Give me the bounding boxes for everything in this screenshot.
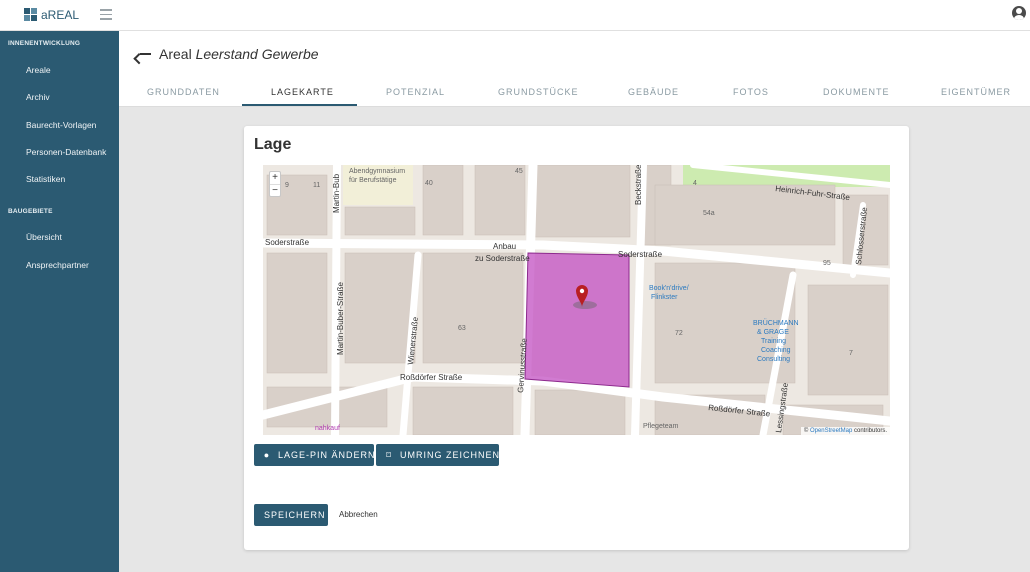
map-attribution: © OpenStreetMap contributors.	[800, 427, 890, 435]
change-pin-button[interactable]: ● LAGE-PIN ÄNDERN	[254, 444, 376, 466]
sidebar: INNENENTWICKLUNG Areale Archiv Baurecht-…	[0, 31, 119, 572]
poi-label: & GRAGE	[757, 329, 789, 336]
change-pin-label: LAGE-PIN ÄNDERN	[278, 450, 376, 460]
poi-label: Pflegeteam	[643, 423, 679, 430]
map-marker-icon: ●	[263, 450, 271, 460]
house-number: 95	[823, 260, 831, 267]
poi-label: BRÜCHMANN	[753, 319, 799, 327]
sidebar-section-innenentwicklung: INNENENTWICKLUNG	[8, 40, 81, 47]
house-number: 40	[425, 180, 433, 187]
tab-potenzial[interactable]: POTENZIAL	[386, 87, 445, 97]
poi-label: Book'n'drive/	[649, 285, 689, 292]
poi-label: nahkauf	[315, 425, 340, 432]
zoom-in-button[interactable]: +	[270, 172, 280, 184]
card-title: Lage	[254, 136, 292, 153]
draw-ring-label: UMRING ZEICHNEN	[400, 450, 500, 460]
house-number: 11	[313, 182, 320, 189]
polygon-draw-icon: ⌑	[386, 450, 392, 460]
draw-ring-button[interactable]: ⌑ UMRING ZEICHNEN	[376, 444, 499, 466]
zoom-control: + −	[269, 171, 281, 197]
tab-lagekarte[interactable]: LAGEKARTE	[271, 87, 334, 97]
hamburger-menu-icon[interactable]	[100, 9, 112, 20]
page-title: Areal Leerstand Gewerbe	[159, 46, 319, 62]
street-label: Roßdörfer Straße	[400, 373, 463, 382]
top-bar: aREAL	[0, 0, 1030, 31]
house-number: 45	[515, 168, 523, 175]
save-button[interactable]: SPEICHERN	[254, 504, 328, 526]
house-number: 4	[693, 180, 697, 187]
brand-name: aREAL	[41, 8, 80, 22]
attribution-suffix: contributors.	[853, 428, 887, 434]
location-card: Lage Soderstraße Soderstraße Anbau zu So…	[244, 126, 909, 550]
logo-icon	[24, 8, 37, 21]
sidebar-item-uebersicht[interactable]: Übersicht	[26, 232, 62, 242]
sidebar-item-baurecht-vorlagen[interactable]: Baurecht-Vorlagen	[26, 120, 96, 130]
sidebar-item-ansprechpartner[interactable]: Ansprechpartner	[26, 260, 89, 270]
street-label: Anbau	[493, 242, 516, 251]
attribution-link[interactable]: OpenStreetMap	[810, 428, 852, 434]
street-label: Soderstraße	[618, 250, 663, 259]
account-icon[interactable]	[1012, 6, 1026, 20]
house-number: 7	[849, 350, 853, 357]
poi-label: Flinkster	[651, 294, 678, 301]
poi-label: Consulting	[757, 356, 790, 363]
street-label: Martin-Bub	[332, 173, 341, 213]
tab-grundstuecke[interactable]: GRUNDSTÜCKE	[498, 87, 579, 97]
sidebar-item-personen-datenbank[interactable]: Personen-Datenbank	[26, 147, 106, 157]
street-label: Soderstraße	[265, 238, 310, 247]
tab-gebaeude[interactable]: GEBÄUDE	[628, 87, 679, 97]
active-tab-indicator	[242, 104, 357, 106]
poi-label: Abendgymnasium	[349, 168, 405, 175]
page-header: Areal Leerstand Gewerbe GRUNDDATEN LAGEK…	[119, 31, 1030, 107]
map-canvas: Soderstraße Soderstraße Anbau zu Soderst…	[263, 165, 890, 435]
street-label: zu Soderstraße	[475, 254, 530, 263]
page-title-name: Leerstand Gewerbe	[195, 46, 319, 62]
tab-grunddaten[interactable]: GRUNDDATEN	[147, 87, 220, 97]
sidebar-item-statistiken[interactable]: Statistiken	[26, 174, 65, 184]
street-label: Martin-Buber-Straße	[336, 282, 345, 355]
street-label: Beckstraße	[634, 165, 643, 205]
tab-fotos[interactable]: FOTOS	[733, 87, 769, 97]
sidebar-item-archiv[interactable]: Archiv	[26, 92, 50, 102]
house-number: 63	[458, 325, 466, 332]
poi-label: Coaching	[761, 347, 791, 354]
house-number: 9	[285, 182, 289, 189]
tab-dokumente[interactable]: DOKUMENTE	[823, 87, 890, 97]
location-map[interactable]: Soderstraße Soderstraße Anbau zu Soderst…	[263, 165, 890, 435]
sidebar-item-areale[interactable]: Areale	[26, 65, 51, 75]
house-number: 72	[675, 330, 683, 337]
area-polygon[interactable]	[524, 252, 630, 388]
house-number: 54a	[703, 210, 715, 217]
page-title-prefix: Areal	[159, 46, 192, 62]
back-arrow-icon[interactable]	[138, 47, 152, 61]
poi-label: Training	[761, 338, 786, 345]
zoom-out-button[interactable]: −	[270, 184, 280, 196]
tab-eigentuemer[interactable]: EIGENTÜMER	[941, 87, 1011, 97]
sidebar-section-baugebiete: BAUGEBIETE	[8, 208, 53, 215]
attribution-copyright: ©	[803, 428, 809, 434]
poi-label: für Berufstätige	[349, 177, 397, 184]
cancel-link[interactable]: Abbrechen	[339, 510, 378, 519]
